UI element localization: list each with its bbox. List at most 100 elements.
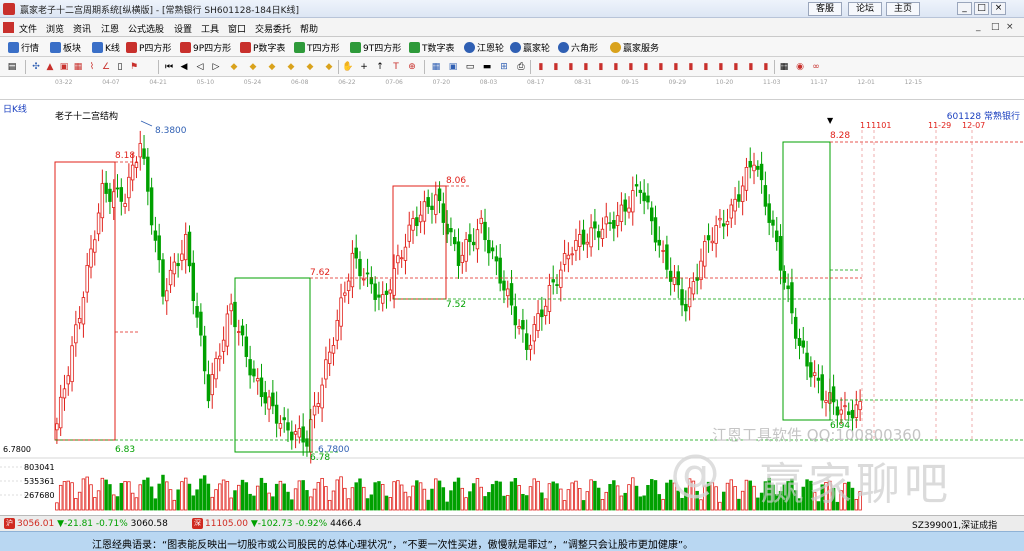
- candle-body: [847, 411, 851, 415]
- candle-body: [805, 352, 809, 367]
- volume-bar: [411, 485, 415, 511]
- volume-bar: [290, 499, 294, 511]
- candle-body: [399, 257, 404, 260]
- candle-body: [85, 265, 89, 293]
- candle-body: [596, 231, 601, 238]
- candle-body: [55, 423, 59, 431]
- candle-body: [733, 198, 737, 212]
- candle-body: [691, 281, 696, 295]
- candle-body: [824, 400, 828, 403]
- volume-bar: [343, 487, 347, 511]
- candle-body: [778, 236, 783, 271]
- candle-body: [373, 283, 377, 300]
- volume-bar: [536, 480, 540, 511]
- candle-body: [600, 228, 605, 239]
- volume-bar: [130, 492, 135, 511]
- volume-bar: [176, 489, 180, 511]
- candle-body: [452, 237, 457, 245]
- volume-bar: [229, 497, 233, 511]
- volume-bar: [369, 494, 374, 511]
- candle-body: [562, 253, 567, 265]
- candle-body: [858, 400, 862, 411]
- candle-body: [104, 182, 108, 194]
- candle-body: [767, 203, 771, 223]
- candle-body: [339, 297, 343, 327]
- sh-index-icon: 沪: [4, 518, 15, 529]
- volume-bar: [441, 487, 446, 511]
- candle-body: [388, 289, 393, 294]
- volume-bar: [206, 483, 211, 511]
- volume-bar: [744, 479, 749, 511]
- volume-bar: [358, 478, 362, 511]
- candle-body: [763, 185, 768, 207]
- volume-bar: [248, 493, 252, 511]
- candle-body: [327, 351, 332, 364]
- candle-body: [343, 292, 347, 296]
- volume-bar: [331, 490, 336, 511]
- volume-bar: [267, 492, 271, 511]
- candle-body: [407, 224, 411, 242]
- volume-bar: [646, 485, 650, 511]
- volume-bar: [608, 484, 612, 511]
- sh-index-ticker[interactable]: 沪 3056.01 ▼-21.81 -0.71% 3060.58: [4, 518, 168, 529]
- candle-body: [441, 203, 446, 223]
- candle-body: [483, 221, 487, 241]
- candle-body: [835, 406, 840, 416]
- volume-bar: [252, 495, 256, 511]
- candle-body: [183, 234, 188, 261]
- volume-bar: [649, 479, 654, 511]
- volume-bar: [543, 498, 548, 511]
- candle-body: [721, 223, 726, 227]
- volume-bar: [399, 484, 404, 511]
- candle-body: [646, 195, 650, 203]
- candle-body: [369, 277, 374, 285]
- volume-axis-label: 535361: [24, 477, 55, 486]
- sz-index-ticker[interactable]: 深 11105.00 ▼-102.73 -0.92% 4466.4: [192, 518, 362, 529]
- volume-bar: [172, 499, 177, 511]
- candle-body: [153, 230, 158, 241]
- volume-bar: [183, 477, 188, 511]
- candle-body: [115, 187, 120, 190]
- candle-body: [138, 143, 142, 158]
- candle-body: [634, 184, 639, 187]
- logo-watermark-icon: @: [670, 444, 720, 502]
- volume-bar: [316, 482, 321, 511]
- volume-bar: [418, 482, 423, 511]
- volume-bar: [346, 498, 351, 511]
- candle-body: [324, 359, 328, 380]
- candle-body: [839, 409, 843, 415]
- candle-body: [684, 303, 688, 312]
- volume-bar: [362, 486, 366, 511]
- volume-bar: [309, 496, 313, 511]
- volume-bar: [619, 495, 624, 511]
- candle-body: [403, 246, 408, 261]
- forum-watermark: 赢家聊吧: [760, 459, 952, 510]
- candle-body: [612, 220, 616, 229]
- volume-bar: [244, 482, 249, 511]
- candle-body: [581, 229, 586, 245]
- volume-bar: [430, 488, 434, 511]
- candle-body: [797, 338, 802, 346]
- candle-body: [89, 248, 93, 268]
- volume-bar: [350, 487, 355, 511]
- volume-bar: [115, 496, 120, 511]
- candle-body: [479, 217, 483, 225]
- volume-bar: [524, 495, 529, 511]
- volume-bar: [718, 501, 722, 511]
- volume-bar: [85, 476, 89, 511]
- volume-bar: [210, 496, 214, 511]
- candle-body: [619, 204, 624, 222]
- candle-body: [149, 187, 154, 226]
- candle-body: [589, 227, 593, 248]
- candle-body: [574, 240, 578, 251]
- candle-body: [831, 386, 836, 403]
- candle-body: [756, 165, 760, 170]
- candle-body: [471, 241, 476, 246]
- status-bar: 沪 3056.01 ▼-21.81 -0.71% 3060.58 深 11105.0…: [0, 515, 1024, 531]
- volume-bar: [146, 477, 150, 511]
- candle-body: [237, 331, 241, 333]
- structure-box: [392, 185, 447, 300]
- volume-bar: [426, 499, 430, 511]
- volume-bar: [157, 483, 161, 511]
- candle-body: [380, 294, 385, 304]
